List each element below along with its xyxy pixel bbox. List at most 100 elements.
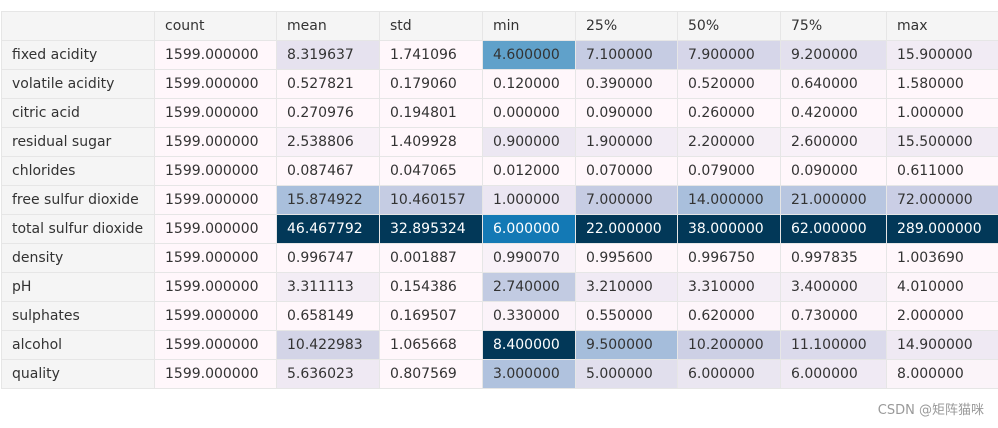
table-cell: 6.000000 xyxy=(677,359,781,389)
table-cell: 3.210000 xyxy=(575,272,678,302)
table-cell: 0.900000 xyxy=(482,127,576,157)
table-cell: 1599.000000 xyxy=(154,69,277,99)
table-cell: 0.640000 xyxy=(780,69,887,99)
row-label: quality xyxy=(1,359,155,389)
table-row: total sulfur dioxide 1599.000000 46.467792… xyxy=(1,214,998,244)
table-cell: 6.000000 xyxy=(780,359,887,389)
table-cell: 3.310000 xyxy=(677,272,781,302)
table-row: fixed acidity 1599.000000 8.319637 1.741096… xyxy=(1,40,998,70)
table-cell: 5.000000 xyxy=(575,359,678,389)
watermark: CSDN @矩阵猫咪 xyxy=(877,403,984,418)
table-cell: 9.200000 xyxy=(780,40,887,70)
table-cell: 3.000000 xyxy=(482,359,576,389)
table-cell: 0.330000 xyxy=(482,301,576,331)
table-cell: 1.741096 xyxy=(379,40,483,70)
column-header: max xyxy=(886,11,998,41)
table-cell: 0.996747 xyxy=(276,243,380,273)
table-cell: 7.900000 xyxy=(677,40,781,70)
table-cell: 0.087467 xyxy=(276,156,380,186)
table-cell: 0.079000 xyxy=(677,156,781,186)
row-label: volatile acidity xyxy=(1,69,155,99)
table-cell: 0.179060 xyxy=(379,69,483,99)
table-cell: 0.611000 xyxy=(886,156,998,186)
table-cell: 0.090000 xyxy=(780,156,887,186)
table-cell: 1.580000 xyxy=(886,69,998,99)
table-cell: 38.000000 xyxy=(677,214,781,244)
table-cell: 1599.000000 xyxy=(154,243,277,273)
table-header: count mean std min 25% 50% 75% max xyxy=(1,11,998,41)
table-cell: 0.520000 xyxy=(677,69,781,99)
table-row: pH 1599.000000 3.311113 0.154386 2.740000 3.2… xyxy=(1,272,998,302)
table-cell: 8.319637 xyxy=(276,40,380,70)
table-cell: 0.000000 xyxy=(482,98,576,128)
table-cell: 15.900000 xyxy=(886,40,998,70)
table-cell: 0.012000 xyxy=(482,156,576,186)
table-cell: 0.527821 xyxy=(276,69,380,99)
table-row: quality 1599.000000 5.636023 0.807569 3.0000… xyxy=(1,359,998,389)
table-cell: 9.500000 xyxy=(575,330,678,360)
table-row: volatile acidity 1599.000000 0.527821 0.179… xyxy=(1,69,998,99)
table-cell: 1599.000000 xyxy=(154,359,277,389)
row-label: alcohol xyxy=(1,330,155,360)
table-cell: 3.400000 xyxy=(780,272,887,302)
column-header: 25% xyxy=(575,11,678,41)
column-header: count xyxy=(154,11,277,41)
table-cell: 0.270976 xyxy=(276,98,380,128)
table-cell: 0.260000 xyxy=(677,98,781,128)
table-cell: 0.169507 xyxy=(379,301,483,331)
table-cell: 1.065668 xyxy=(379,330,483,360)
table-cell: 2.200000 xyxy=(677,127,781,157)
table-cell: 1599.000000 xyxy=(154,40,277,70)
table-cell: 0.154386 xyxy=(379,272,483,302)
table-cell: 21.000000 xyxy=(780,185,887,215)
table-body: fixed acidity 1599.000000 8.319637 1.741096… xyxy=(1,40,998,389)
table-cell: 289.000000 xyxy=(886,214,998,244)
table-cell: 0.995600 xyxy=(575,243,678,273)
table-cell: 4.600000 xyxy=(482,40,576,70)
table-cell: 1599.000000 xyxy=(154,301,277,331)
table-row: free sulfur dioxide 1599.000000 15.874922 1… xyxy=(1,185,998,215)
table-row: citric acid 1599.000000 0.270976 0.194801 0.… xyxy=(1,98,998,128)
column-header: std xyxy=(379,11,483,41)
table-row: sulphates 1599.000000 0.658149 0.169507 0.33… xyxy=(1,301,998,331)
table-cell: 0.090000 xyxy=(575,98,678,128)
table-cell: 0.620000 xyxy=(677,301,781,331)
table-cell: 0.807569 xyxy=(379,359,483,389)
table-cell: 1.000000 xyxy=(482,185,576,215)
table-cell: 8.400000 xyxy=(482,330,576,360)
table-row: alcohol 1599.000000 10.422983 1.065668 8.400… xyxy=(1,330,998,360)
table-cell: 5.636023 xyxy=(276,359,380,389)
table-cell: 3.311113 xyxy=(276,272,380,302)
table-cell: 1599.000000 xyxy=(154,185,277,215)
table-cell: 72.000000 xyxy=(886,185,998,215)
table-cell: 1599.000000 xyxy=(154,214,277,244)
table-cell: 2.000000 xyxy=(886,301,998,331)
column-header: mean xyxy=(276,11,380,41)
row-label: sulphates xyxy=(1,301,155,331)
header-row: count mean std min 25% 50% 75% max xyxy=(1,11,998,41)
table-cell: 14.900000 xyxy=(886,330,998,360)
row-label: density xyxy=(1,243,155,273)
row-label: total sulfur dioxide xyxy=(1,214,155,244)
table-cell: 1599.000000 xyxy=(154,330,277,360)
table-cell: 10.422983 xyxy=(276,330,380,360)
table-cell: 1.000000 xyxy=(886,98,998,128)
table-cell: 2.600000 xyxy=(780,127,887,157)
column-header: min xyxy=(482,11,576,41)
table-cell: 2.740000 xyxy=(482,272,576,302)
row-label: pH xyxy=(1,272,155,302)
index-corner-cell xyxy=(1,11,155,41)
table-cell: 0.194801 xyxy=(379,98,483,128)
table-cell: 10.460157 xyxy=(379,185,483,215)
table-cell: 1.900000 xyxy=(575,127,678,157)
table-cell: 62.000000 xyxy=(780,214,887,244)
table-cell: 46.467792 xyxy=(276,214,380,244)
table-cell: 7.100000 xyxy=(575,40,678,70)
table-cell: 15.874922 xyxy=(276,185,380,215)
table-cell: 1599.000000 xyxy=(154,156,277,186)
table-cell: 2.538806 xyxy=(276,127,380,157)
table-cell: 32.895324 xyxy=(379,214,483,244)
table-cell: 1.003690 xyxy=(886,243,998,273)
table-cell: 14.000000 xyxy=(677,185,781,215)
table-cell: 0.047065 xyxy=(379,156,483,186)
